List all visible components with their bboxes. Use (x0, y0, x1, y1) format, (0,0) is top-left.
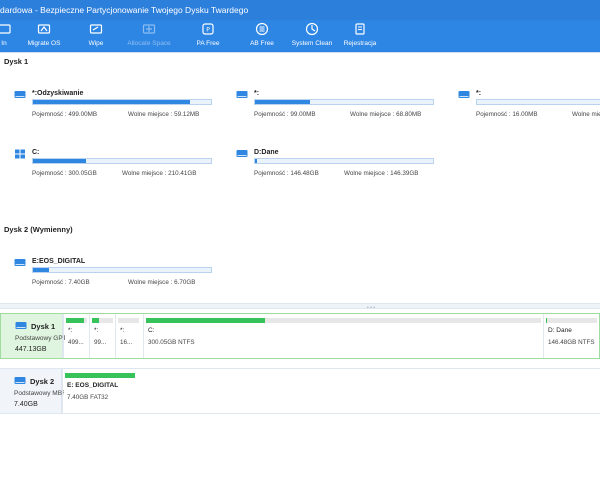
toolbar-button-registration[interactable]: Rejestracja (340, 20, 380, 52)
capacity-value: 16.00MB (512, 111, 538, 118)
free-label: Wolne miejsce : (122, 170, 167, 177)
partition-card-reserved[interactable]: *: Pojemność : 16.00MB Wolne miejsce : (458, 90, 600, 136)
partition-usage-bar (476, 99, 600, 105)
ab-free-icon (255, 22, 269, 36)
capacity-value: 7.40GB (68, 279, 90, 286)
disk-icon (14, 377, 26, 384)
windows-icon (15, 149, 25, 159)
title-bar: dardowa - Bezpieczne Partycjonowanie Two… (0, 0, 600, 20)
partition-card-e[interactable]: E:EOS_DIGITAL Pojemność : 7.40GB Wolne m… (14, 258, 212, 304)
capacity-value: 99.00MB (290, 111, 316, 118)
toolbar-divider (0, 52, 600, 53)
partition-usage-bar (32, 158, 212, 164)
partial-icon (0, 24, 11, 34)
capacity-label: Pojemność : (32, 170, 67, 177)
partition-card-msr[interactable]: *: Pojemność : 99.00MB Wolne miejsce : 6… (236, 90, 434, 136)
capacity-label: Pojemność : (32, 279, 67, 286)
disk-map-row-disk2[interactable]: Dysk 2 Podstawowy MBR 7.40GB E: EOS_DIGI… (0, 368, 600, 414)
free-label: Wolne miejsce : (350, 111, 395, 118)
allocate-space-icon (142, 24, 156, 34)
free-value: 59.12MB (174, 111, 200, 118)
disk2-section-title: Dysk 2 (Wymienny) (4, 225, 73, 234)
system-clean-icon (305, 22, 319, 36)
drive-icon (458, 91, 470, 98)
disk-map-label[interactable]: Dysk 2 Podstawowy MBR 7.40GB (0, 369, 64, 413)
migrate-os-icon (37, 24, 51, 34)
partition-usage-bar (32, 99, 212, 105)
toolbar-button-migrate-os[interactable]: Migrate OS (24, 20, 64, 52)
wipe-icon (89, 24, 103, 34)
toolbar-button-pa-free[interactable]: P PA Free (192, 20, 224, 52)
toolbar: In Migrate OS Wipe Allocate Space P PA F… (0, 20, 600, 52)
map-segment[interactable]: *: 99... (89, 314, 115, 358)
registration-icon (355, 23, 365, 35)
splitter-grip-icon: • • • (367, 305, 376, 311)
map-segment[interactable]: *: 499... (63, 314, 89, 358)
partition-usage-bar (254, 158, 434, 164)
free-value: 6.70GB (174, 279, 196, 286)
map-segment[interactable]: E: EOS_DIGITAL 7.40GB FAT32 (62, 369, 598, 413)
disk-map-row-disk1[interactable]: Dysk 1 Podstawowy GPT 447.13GB *: 499...… (0, 313, 600, 359)
pane-splitter[interactable]: • • • (0, 303, 600, 311)
capacity-label: Pojemność : (254, 111, 289, 118)
partition-usage-bar (254, 99, 434, 105)
capacity-label: Pojemność : (476, 111, 511, 118)
capacity-label: Pojemność : (32, 111, 67, 118)
toolbar-button-partial[interactable]: In (0, 20, 14, 52)
map-segment[interactable]: C: 300.05GB NTFS (143, 314, 543, 358)
partition-card-recovery[interactable]: *:Odzyskiwanie Pojemność : 499.00MB Woln… (14, 90, 212, 136)
map-segment[interactable]: *: 16... (115, 314, 141, 358)
capacity-value: 499.00MB (68, 111, 98, 118)
drive-icon (236, 150, 248, 157)
capacity-value: 146.48GB (290, 170, 319, 177)
toolbar-button-ab-free[interactable]: AB Free (246, 20, 278, 52)
free-label: Wolne miejsce : (128, 279, 173, 286)
free-value: 68.80MB (396, 111, 422, 118)
disk-icon (15, 322, 27, 329)
pa-free-icon: P (202, 23, 214, 35)
disk-map-label[interactable]: Dysk 1 Podstawowy GPT 447.13GB (1, 314, 65, 358)
partition-card-c[interactable]: C: Pojemność : 300.05GB Wolne miejsce : … (14, 149, 212, 195)
free-value: 210.41GB (168, 170, 197, 177)
drive-icon (14, 259, 26, 266)
free-label: Wolne miejsce : (344, 170, 389, 177)
toolbar-button-wipe[interactable]: Wipe (80, 20, 112, 52)
map-segment[interactable]: D: Dane 146.48GB NTFS (543, 314, 599, 358)
free-label: Wolne miejsce : (572, 111, 600, 118)
window-title: dardowa - Bezpieczne Partycjonowanie Two… (0, 5, 249, 15)
capacity-label: Pojemność : (254, 170, 289, 177)
svg-text:P: P (206, 27, 210, 34)
partition-card-d[interactable]: D:Dane Pojemność : 146.48GB Wolne miejsc… (236, 149, 434, 195)
free-value: 146.39GB (390, 170, 419, 177)
disk1-section-title: Dysk 1 (4, 57, 29, 66)
drive-icon (236, 91, 248, 98)
free-label: Wolne miejsce : (128, 111, 173, 118)
toolbar-button-system-clean[interactable]: System Clean (290, 20, 334, 52)
capacity-value: 300.05GB (68, 170, 97, 177)
toolbar-button-allocate-space[interactable]: Allocate Space (126, 20, 172, 52)
drive-icon (14, 91, 26, 98)
partition-usage-bar (32, 267, 212, 273)
